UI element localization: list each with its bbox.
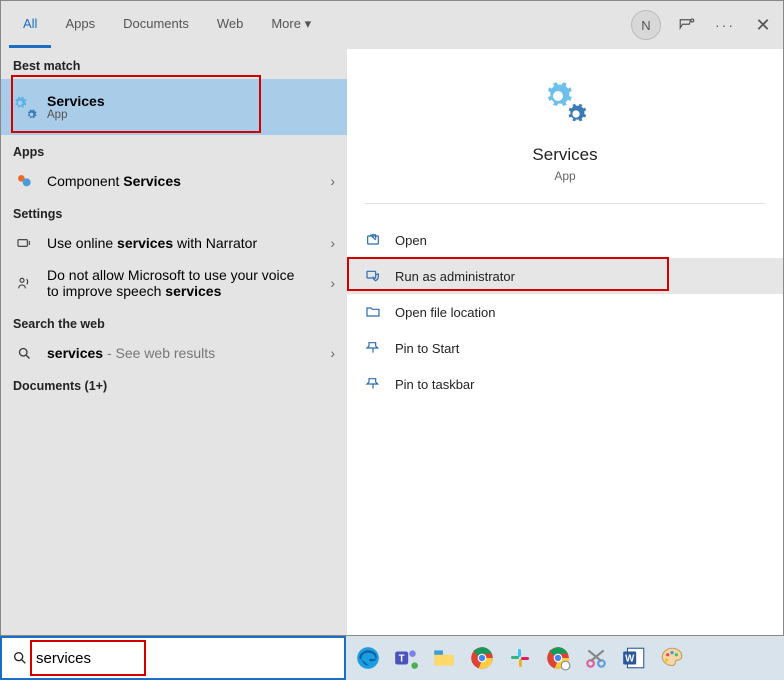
action-run-admin-label: Run as administrator [395, 269, 515, 284]
filter-tabs: All Apps Documents Web More ▾ [9, 2, 325, 48]
action-list: Open Run as administrator Open file loca… [347, 222, 783, 402]
component-services-icon [13, 173, 35, 189]
chevron-right-icon: › [330, 345, 335, 361]
action-open-location[interactable]: Open file location [347, 294, 783, 330]
narrator-icon [13, 235, 35, 251]
apps-result-0[interactable]: Component Services › [1, 165, 347, 197]
taskbar-chrome-icon[interactable] [466, 642, 498, 674]
tab-documents[interactable]: Documents [109, 2, 203, 48]
results-list: Best match Services App Apps [1, 49, 347, 635]
action-pin-start[interactable]: Pin to Start [347, 330, 783, 366]
best-match-result[interactable]: Services App [1, 79, 347, 135]
taskbar-slack-icon[interactable] [504, 642, 536, 674]
taskbar-snip-icon[interactable] [580, 642, 612, 674]
results-body: Best match Services App Apps [1, 49, 783, 635]
chevron-right-icon: › [330, 275, 335, 291]
best-match-title: Services [47, 93, 105, 109]
taskbar-edge-icon[interactable] [352, 642, 384, 674]
services-large-icon [541, 79, 589, 127]
feedback-icon[interactable] [675, 13, 699, 37]
settings-result-1[interactable]: Do not allow Microsoft to use your voice… [1, 259, 347, 307]
tab-more[interactable]: More ▾ [257, 2, 325, 48]
titlebar-controls: N ··· ✕ [631, 10, 775, 40]
open-icon [365, 232, 381, 248]
search-icon [13, 346, 35, 361]
more-options-icon[interactable]: ··· [713, 13, 737, 37]
preview-pane: Services App Open Run as administrator O… [347, 49, 783, 635]
tab-web[interactable]: Web [203, 2, 258, 48]
taskbar-chrome2-icon[interactable] [542, 642, 574, 674]
close-icon[interactable]: ✕ [751, 13, 775, 37]
taskbar-word-icon[interactable]: W [618, 642, 650, 674]
search-icon [12, 650, 28, 666]
pin-icon [365, 376, 381, 392]
action-open-label: Open [395, 233, 427, 248]
search-input[interactable] [36, 650, 334, 667]
preview-hero: Services App [347, 49, 783, 203]
taskbar-paint-icon[interactable] [656, 642, 688, 674]
taskbar-explorer-icon[interactable] [428, 642, 460, 674]
action-run-admin[interactable]: Run as administrator [347, 258, 783, 294]
search-box[interactable] [0, 636, 346, 680]
admin-shield-icon [365, 268, 381, 284]
documents-header: Documents (1+) [1, 369, 347, 399]
apps-result-label: Component Services [47, 173, 181, 189]
web-header: Search the web [1, 307, 347, 337]
action-pin-start-label: Pin to Start [395, 341, 459, 356]
tab-apps[interactable]: Apps [51, 2, 109, 48]
chevron-right-icon: › [330, 173, 335, 189]
best-match-subtitle: App [47, 109, 105, 121]
action-pin-taskbar-label: Pin to taskbar [395, 377, 475, 392]
web-result-label: services - See web results [47, 345, 215, 361]
settings-header: Settings [1, 197, 347, 227]
preview-subtitle: App [554, 169, 575, 183]
titlebar: All Apps Documents Web More ▾ N ··· ✕ [1, 1, 783, 49]
bottom-bar: T W [0, 636, 784, 680]
settings-result-0-label: Use online services with Narrator [47, 235, 257, 251]
services-icon [13, 96, 35, 118]
best-match-header: Best match [1, 49, 347, 79]
settings-result-1-label: Do not allow Microsoft to use your voice… [47, 267, 297, 299]
user-avatar[interactable]: N [631, 10, 661, 40]
chevron-right-icon: › [330, 235, 335, 251]
svg-text:W: W [625, 653, 635, 664]
action-pin-taskbar[interactable]: Pin to taskbar [347, 366, 783, 402]
speech-icon [13, 275, 35, 291]
action-open[interactable]: Open [347, 222, 783, 258]
apps-header: Apps [1, 135, 347, 165]
svg-text:T: T [399, 653, 405, 664]
settings-result-0[interactable]: Use online services with Narrator › [1, 227, 347, 259]
preview-title: Services [532, 145, 597, 165]
tab-all[interactable]: All [9, 2, 51, 48]
taskbar: T W [346, 636, 784, 680]
web-result[interactable]: services - See web results › [1, 337, 347, 369]
search-window: All Apps Documents Web More ▾ N ··· ✕ Be… [0, 0, 784, 636]
taskbar-teams-icon[interactable]: T [390, 642, 422, 674]
pin-icon [365, 340, 381, 356]
action-open-location-label: Open file location [395, 305, 495, 320]
folder-icon [365, 304, 381, 320]
